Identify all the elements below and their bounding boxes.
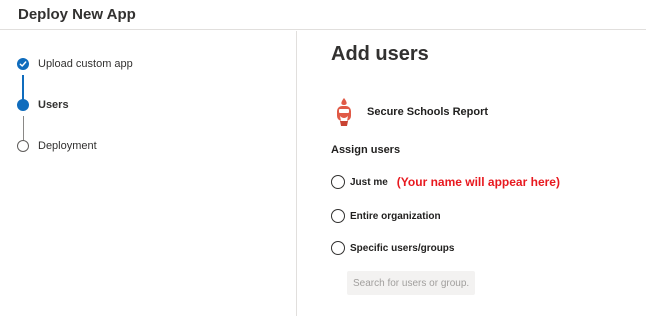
- option-label: Specific users/groups: [350, 242, 455, 254]
- step-label: Users: [38, 99, 69, 111]
- option-label: Just me: [350, 176, 388, 188]
- step-users: Users: [17, 99, 69, 111]
- stepper-pane: Upload custom app Users Deployment: [0, 31, 297, 316]
- shield-face-icon: [335, 97, 353, 127]
- assign-users-label: Assign users: [331, 144, 401, 156]
- step-label: Deployment: [38, 140, 97, 152]
- app-summary: Secure Schools Report: [335, 97, 488, 127]
- step-connector: [22, 75, 24, 102]
- app-name: Secure Schools Report: [367, 106, 489, 118]
- step-complete-check-icon: [17, 58, 29, 70]
- option-entire-organization[interactable]: Entire organization: [331, 209, 441, 223]
- option-just-me[interactable]: Just me (Your name will appear here): [331, 175, 560, 189]
- header-bar: Deploy New App: [0, 0, 646, 30]
- search-users-input[interactable]: [347, 271, 475, 295]
- user-name-placeholder-note: (Your name will appear here): [396, 175, 560, 189]
- radio-button[interactable]: [331, 241, 345, 255]
- radio-button[interactable]: [331, 175, 345, 189]
- step-pending-circle-icon: [17, 140, 29, 152]
- page-title: Add users: [331, 43, 429, 65]
- step-upload-custom-app: Upload custom app: [17, 58, 133, 70]
- step-label: Upload custom app: [38, 58, 133, 70]
- radio-button[interactable]: [331, 209, 345, 223]
- header-title: Deploy New App: [18, 6, 136, 23]
- step-deployment: Deployment: [17, 140, 97, 152]
- step-current-dot-icon: [17, 99, 29, 111]
- option-label: Entire organization: [350, 210, 441, 222]
- step-connector: [22, 116, 24, 141]
- main-pane: Add users Secure Schools Report Assign u…: [298, 31, 646, 316]
- option-specific-users-groups[interactable]: Specific users/groups: [331, 241, 454, 255]
